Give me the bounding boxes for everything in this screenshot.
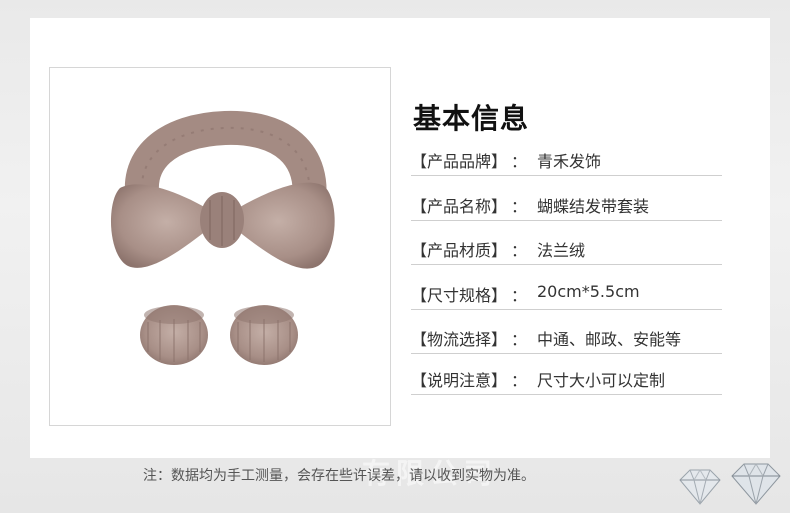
spec-key: 【尺寸规格】 <box>411 286 508 305</box>
diamond-icon <box>731 463 781 505</box>
section-title: 基本信息 <box>413 102 530 135</box>
spec-value: 蝴蝶结发带套装 <box>537 197 650 216</box>
product-photo <box>49 67 391 426</box>
spec-separator: ： <box>511 330 528 349</box>
headband-set-image <box>110 110 335 365</box>
spec-key: 【物流选择】 <box>411 330 508 349</box>
footer-note: 注：数据均为手工测量，会存在些许误差，请以收到实物为准。 <box>143 468 535 484</box>
spec-separator: ： <box>511 371 528 390</box>
spec-separator: ： <box>511 286 528 305</box>
spec-row-shipping: 【物流选择】 ： 中通、邮政、安能等 <box>411 321 722 354</box>
spec-row-material: 【产品材质】 ： 法兰绒 <box>411 232 722 265</box>
spec-separator: ： <box>511 241 528 260</box>
spec-value: 法兰绒 <box>537 241 586 260</box>
diamond-icon <box>679 469 721 505</box>
spec-value: 中通、邮政、安能等 <box>537 330 682 349</box>
spec-separator: ： <box>511 197 528 216</box>
spec-row-notes: 【说明注意】 ： 尺寸大小可以定制 <box>411 362 722 395</box>
spec-key: 【产品品牌】 <box>411 152 508 171</box>
spec-row-name: 【产品名称】 ： 蝴蝶结发带套装 <box>411 188 722 221</box>
spec-value: 青禾发饰 <box>537 152 602 171</box>
spec-key: 【说明注意】 <box>411 371 508 390</box>
spec-key: 【产品名称】 <box>411 197 508 216</box>
spec-value: 尺寸大小可以定制 <box>537 371 666 390</box>
spec-value: 20cm*5.5cm <box>537 282 640 301</box>
spec-row-size: 【尺寸规格】 ： 20cm*5.5cm <box>411 277 722 310</box>
spec-key: 【产品材质】 <box>411 241 508 260</box>
spec-separator: ： <box>511 152 528 171</box>
spec-row-brand: 【产品品牌】 ： 青禾发饰 <box>411 143 722 176</box>
